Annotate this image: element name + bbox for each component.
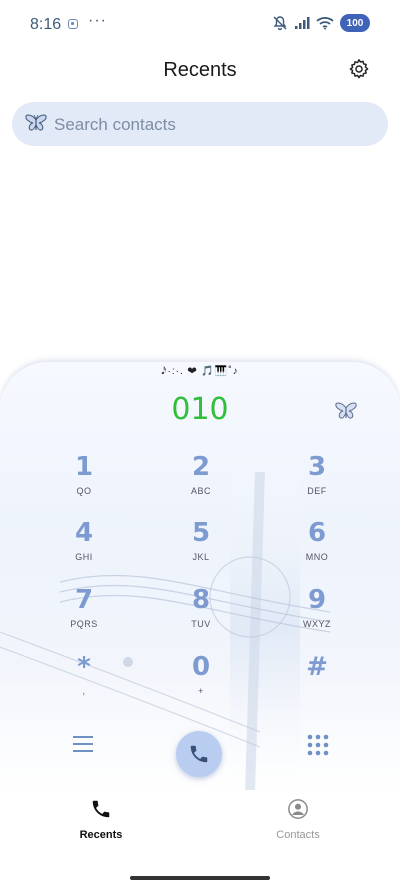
dial-key-6[interactable]: 6 MNO (267, 518, 367, 572)
key-letters: ABC (190, 486, 211, 496)
person-circle-icon (288, 799, 308, 819)
dial-key-hash[interactable]: # (267, 652, 367, 706)
dial-key-5[interactable]: 5 JKL (151, 518, 251, 572)
key-letters: WXYZ (303, 619, 331, 629)
key-letters: , (82, 686, 86, 696)
key-digit: 3 (307, 452, 327, 482)
dial-key-7[interactable]: 7 PQRS (34, 585, 134, 639)
tab-recents-label: Recents (79, 829, 123, 841)
dial-key-4[interactable]: 4 GHI (34, 518, 134, 572)
key-digit: 0 (191, 652, 211, 682)
key-letters: JKL (192, 552, 210, 562)
key-letters: PQRS (70, 619, 98, 629)
battery-level: 100 (346, 17, 364, 29)
wifi-icon (316, 17, 334, 30)
phone-icon (190, 745, 208, 763)
page-title: Recents (163, 59, 237, 81)
status-time: 8:16 (30, 16, 62, 33)
key-digit: # (306, 652, 328, 682)
search-bar[interactable] (12, 102, 388, 148)
key-digit: 2 (191, 452, 211, 482)
key-digit: 8 (191, 585, 211, 615)
dial-key-1[interactable]: 1 QO (34, 452, 134, 506)
phone-icon (92, 800, 110, 818)
battery-icon: 100 (340, 14, 370, 32)
tab-contacts-label: Contacts (276, 829, 320, 841)
key-letters: DEF (307, 486, 327, 496)
keypad-icon[interactable] (306, 733, 330, 757)
home-indicator[interactable] (130, 876, 270, 880)
notification-icon (68, 19, 78, 29)
dial-key-2[interactable]: 2 ABC (151, 452, 251, 506)
status-bar: 8:16 ··· 100 (0, 0, 400, 48)
key-digit: 4 (74, 518, 94, 548)
dial-key-8[interactable]: 8 TUV (151, 585, 251, 639)
search-input[interactable] (52, 102, 376, 148)
butterfly-icon (25, 114, 47, 131)
mute-icon (273, 16, 287, 31)
menu-icon[interactable] (70, 732, 96, 756)
status-icons: 100 (272, 14, 370, 32)
call-button[interactable] (176, 731, 222, 777)
tab-contacts[interactable]: Contacts (238, 798, 358, 841)
bottom-nav: Recents Contacts (0, 790, 400, 850)
key-digit: 5 (191, 518, 211, 548)
tab-recents[interactable]: Recents (41, 798, 161, 841)
key-digit: * (77, 652, 91, 682)
dial-key-star[interactable]: * , (34, 652, 134, 706)
signal-icon (295, 17, 310, 29)
gear-icon[interactable] (348, 58, 370, 80)
more-notifications-icon: ··· (88, 12, 107, 29)
dial-key-3[interactable]: 3 DEF (267, 452, 367, 506)
dialer-decoration: 𝅘𝅥𝅯·:·. ❤ 🎵🎹˚♪ (161, 366, 239, 377)
key-letters: GHI (75, 552, 93, 562)
key-letters: MNO (305, 552, 329, 562)
key-letters: + (198, 686, 204, 696)
dial-key-9[interactable]: 9 WXYZ (267, 585, 367, 639)
key-digit: 7 (74, 585, 94, 615)
key-letters: TUV (191, 619, 211, 629)
key-digit: 1 (74, 452, 94, 482)
key-digit: 6 (307, 518, 327, 548)
butterfly-icon[interactable] (333, 400, 359, 424)
dial-key-0[interactable]: 0 + (151, 652, 251, 706)
key-digit: 9 (307, 585, 327, 615)
header: Recents (0, 52, 400, 92)
voicemail-icon: QO (76, 486, 92, 496)
